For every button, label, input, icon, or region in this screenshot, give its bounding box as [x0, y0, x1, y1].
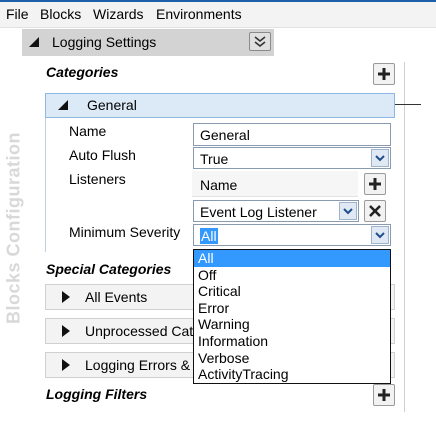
menu-environments[interactable]: Environments: [156, 6, 242, 22]
name-field-value: General: [200, 127, 250, 143]
collapsed-triangle-icon[interactable]: [62, 359, 70, 371]
right-rail-divider: [404, 62, 405, 412]
collapsed-triangle-icon[interactable]: [62, 325, 70, 337]
expanded-triangle-icon[interactable]: [58, 100, 68, 110]
minimum-severity-combo[interactable]: All: [193, 224, 391, 246]
auto-flush-dropdown-button[interactable]: [371, 149, 389, 167]
add-category-button[interactable]: [373, 63, 395, 85]
special-categories-heading: Special Categories: [46, 261, 172, 277]
category-general-header[interactable]: General: [45, 93, 395, 118]
add-listener-button[interactable]: [364, 173, 386, 195]
section-title: Logging Settings: [52, 34, 157, 50]
severity-option-critical[interactable]: Critical: [194, 283, 390, 300]
minimum-severity-value: All: [200, 228, 218, 244]
connector-line: [395, 104, 421, 105]
severity-option-warning[interactable]: Warning: [194, 316, 390, 333]
collapse-all-button[interactable]: [249, 32, 271, 51]
auto-flush-value: True: [200, 151, 229, 167]
minimum-severity-dropdown-list[interactable]: All Off Critical Error Warning Informati…: [193, 249, 391, 384]
plus-icon: [369, 178, 381, 190]
severity-option-off[interactable]: Off: [194, 267, 390, 284]
menu-file[interactable]: File: [6, 6, 29, 22]
menu-bar: File Blocks Wizards Environments: [0, 0, 436, 28]
severity-option-error[interactable]: Error: [194, 300, 390, 317]
menu-blocks[interactable]: Blocks: [40, 6, 81, 22]
listeners-label: Listeners: [69, 171, 126, 187]
special-category-label: Unprocessed Cate: [85, 323, 201, 339]
remove-listener-button[interactable]: [364, 200, 386, 222]
chevron-down-icon: [375, 232, 385, 239]
listener-dropdown-button[interactable]: [339, 202, 357, 220]
listener-combo[interactable]: Event Log Listener: [193, 200, 359, 222]
name-field[interactable]: General: [193, 123, 391, 146]
listeners-grid-header: Name: [192, 171, 358, 197]
severity-option-activitytracing[interactable]: ActivityTracing: [194, 366, 390, 383]
special-category-label: All Events: [85, 289, 148, 305]
category-general-label: General: [87, 97, 137, 113]
chevron-down-icon: [343, 208, 353, 215]
chevron-down-icon: [375, 155, 385, 162]
severity-option-all[interactable]: All: [194, 250, 390, 267]
listener-value: Event Log Listener: [200, 204, 317, 220]
categories-heading: Categories: [46, 64, 119, 80]
plus-icon: [378, 389, 390, 401]
listeners-name-column-header: Name: [200, 177, 238, 193]
severity-option-verbose[interactable]: Verbose: [194, 350, 390, 367]
auto-flush-label: Auto Flush: [69, 147, 136, 163]
plus-icon: [378, 68, 390, 80]
name-label: Name: [69, 123, 107, 139]
menu-accent-line: [0, 0, 436, 2]
close-icon: [369, 205, 381, 217]
minimum-severity-dropdown-button[interactable]: [371, 226, 389, 244]
logging-settings-header[interactable]: Logging Settings: [22, 29, 274, 56]
add-logging-filter-button[interactable]: [373, 384, 395, 406]
minimum-severity-label: Minimum Severity: [69, 224, 181, 240]
expanded-triangle-icon[interactable]: [29, 37, 39, 47]
double-chevron-down-icon: [254, 35, 266, 47]
severity-option-information[interactable]: Information: [194, 333, 390, 350]
blocks-configuration-sidebar: Blocks Configuration: [1, 28, 27, 428]
collapsed-triangle-icon[interactable]: [62, 291, 70, 303]
menu-wizards[interactable]: Wizards: [93, 6, 144, 22]
sidebar-title: Blocks Configuration: [3, 131, 24, 325]
auto-flush-combo[interactable]: True: [193, 147, 391, 169]
special-category-label: Logging Errors &: [85, 357, 191, 373]
logging-filters-heading: Logging Filters: [46, 386, 148, 402]
